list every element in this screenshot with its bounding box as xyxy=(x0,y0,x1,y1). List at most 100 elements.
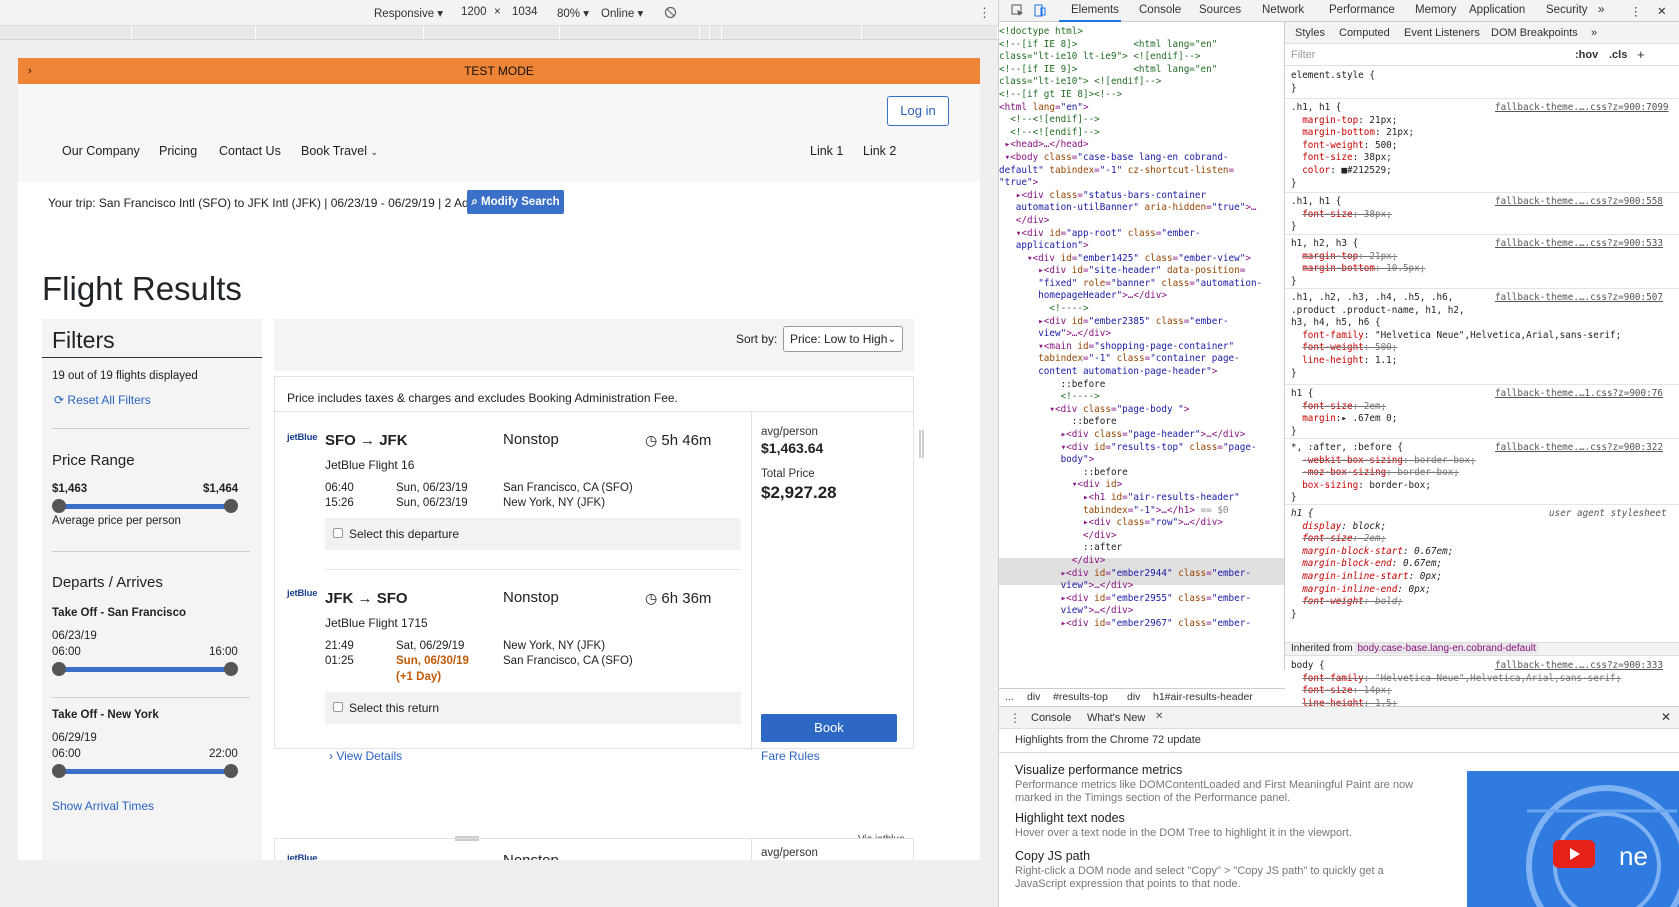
styles-filter-bar: Filter :hov .cls + xyxy=(1285,44,1679,66)
slider-handle-min[interactable] xyxy=(52,764,66,778)
zoom-select[interactable]: 80% ▾ xyxy=(557,6,589,20)
total-price: $2,927.28 xyxy=(761,483,837,502)
tab-event-listeners[interactable]: Event Listeners xyxy=(1404,27,1480,39)
outbound-duration: ◷ 5h 46m xyxy=(645,432,712,449)
whats-new-title[interactable]: Highlight text nodes xyxy=(1015,811,1125,825)
modify-search-button[interactable]: ⌕ Modify Search xyxy=(467,190,564,214)
rotate-icon[interactable] xyxy=(664,6,677,19)
play-icon[interactable] xyxy=(1553,840,1595,868)
elements-tree[interactable]: <!doctype html> <!--[if IE 8]> <html lan… xyxy=(999,22,1285,670)
whats-new-title[interactable]: Visualize performance metrics xyxy=(1015,763,1182,777)
slider-handle-max[interactable] xyxy=(224,499,238,513)
class-toggle[interactable]: .cls xyxy=(1609,49,1627,61)
breadcrumb: ... div #results-top div h1#air-results-… xyxy=(999,688,1285,704)
tab-performance[interactable]: Performance xyxy=(1329,4,1395,16)
airline-logo: jetBlue xyxy=(287,853,318,860)
tab-memory[interactable]: Memory xyxy=(1415,4,1457,16)
styles-filter-input[interactable]: Filter xyxy=(1291,49,1315,61)
tab-sources[interactable]: Sources xyxy=(1199,4,1241,16)
tab-computed[interactable]: Computed xyxy=(1339,27,1390,39)
fare-rules-link[interactable]: Fare Rules xyxy=(761,749,820,763)
book-button[interactable]: Book xyxy=(761,714,897,742)
tab-dom-breakpoints[interactable]: DOM Breakpoints xyxy=(1491,27,1578,39)
whats-new-title[interactable]: Copy JS path xyxy=(1015,849,1090,863)
takeoff-ny-slider[interactable] xyxy=(52,764,238,778)
reset-filters-link[interactable]: ⟳ Reset All Filters xyxy=(54,393,151,407)
resize-handle-vertical[interactable] xyxy=(918,430,926,458)
drawer-tab-console[interactable]: Console xyxy=(1031,712,1071,724)
stylesheet-link[interactable]: fallback-theme.….css?z=900:507 xyxy=(1495,292,1663,305)
slider-handle-max[interactable] xyxy=(224,764,238,778)
takeoff-sf-slider[interactable] xyxy=(52,662,238,676)
stylesheet-link[interactable]: fallback-theme.….css?z=900:322 xyxy=(1495,442,1663,455)
takeoff-ny-to: 22:00 xyxy=(209,748,238,760)
avg-price: $1,463.64 xyxy=(761,440,824,456)
breadcrumb-item[interactable]: h1#air-results-header xyxy=(1153,691,1253,703)
add-rule-icon[interactable]: + xyxy=(1637,47,1645,62)
drawer-menu-icon[interactable]: ⋮ xyxy=(1009,711,1021,725)
select-return[interactable]: Select this return xyxy=(325,692,741,724)
style-rule: .h1, h1 { font-size: 38px;} xyxy=(1291,196,1392,233)
dom-code: <!doctype html> <!--[if IE 8]> <html lan… xyxy=(999,26,1263,629)
close-icon[interactable]: ✕ xyxy=(1657,4,1667,18)
close-drawer-icon[interactable]: ✕ xyxy=(1661,710,1671,724)
breadcrumb-item[interactable]: #results-top xyxy=(1053,691,1108,703)
media-query-ruler[interactable] xyxy=(0,26,998,40)
inspect-element-icon[interactable] xyxy=(1011,4,1024,17)
nav-our-company[interactable]: Our Company xyxy=(62,144,140,158)
tab-styles[interactable]: Styles xyxy=(1295,27,1325,39)
kebab-menu-icon[interactable]: ⋮ xyxy=(1630,4,1642,18)
device-toolbar-icon[interactable] xyxy=(1033,4,1046,17)
close-tab-icon[interactable]: ✕ xyxy=(1155,711,1163,722)
page-title: Flight Results xyxy=(42,270,242,307)
tab-network[interactable]: Network xyxy=(1262,4,1304,16)
breadcrumb-item[interactable]: div xyxy=(1027,691,1040,703)
return-dep-time: 21:49 xyxy=(325,640,354,652)
nav-contact-us[interactable]: Contact Us xyxy=(219,144,281,158)
departure-checkbox[interactable] xyxy=(333,528,343,538)
view-details-link[interactable]: › View Details xyxy=(329,749,402,763)
device-mode-select[interactable]: Responsive ▾ xyxy=(374,6,443,20)
nav-link-2[interactable]: Link 2 xyxy=(863,144,896,158)
resize-handle-bottom[interactable] xyxy=(455,836,479,842)
devtools-drawer: ⋮ Console What's New ✕ ✕ Highlights from… xyxy=(999,706,1679,907)
stylesheet-link[interactable]: fallback-theme.….css?z=900:7099 xyxy=(1495,102,1669,115)
more-options-icon[interactable]: ⋮ xyxy=(978,5,991,21)
device-height-input[interactable]: 1034 xyxy=(512,6,538,18)
stylesheet-link[interactable]: fallback-theme.….css?z=900:558 xyxy=(1495,196,1663,209)
stylesheet-link[interactable]: fallback-theme.….css?z=900:333 xyxy=(1495,660,1663,673)
outbound-flight-number: JetBlue Flight 16 xyxy=(325,458,415,472)
chevron-right-icon[interactable]: › xyxy=(28,58,32,84)
nav-book-travel[interactable]: Book Travel ⌄ xyxy=(301,144,378,158)
select-departure[interactable]: Select this departure xyxy=(325,518,741,550)
login-button[interactable]: Log in xyxy=(887,96,949,126)
slider-handle-max[interactable] xyxy=(224,662,238,676)
device-width-input[interactable]: 1200 xyxy=(461,6,487,18)
price-slider[interactable] xyxy=(52,499,238,513)
show-arrival-times-link[interactable]: Show Arrival Times xyxy=(52,799,154,813)
network-select[interactable]: Online ▾ xyxy=(601,6,643,20)
drawer-tab-whats-new[interactable]: What's New xyxy=(1087,712,1145,724)
nav-link-1[interactable]: Link 1 xyxy=(810,144,843,158)
return-route: JFK → SFO xyxy=(325,590,408,607)
slider-handle-min[interactable] xyxy=(52,662,66,676)
hover-state-toggle[interactable]: :hov xyxy=(1575,49,1598,61)
more-tabs-icon[interactable]: » xyxy=(1591,27,1597,39)
sort-select[interactable]: Price: Low to High ⌄ xyxy=(783,326,903,352)
tab-console[interactable]: Console xyxy=(1139,4,1181,16)
breadcrumb-item[interactable]: div xyxy=(1127,691,1140,703)
slider-handle-min[interactable] xyxy=(52,499,66,513)
tab-security[interactable]: Security xyxy=(1546,4,1588,16)
nav-pricing[interactable]: Pricing xyxy=(159,144,197,158)
return-checkbox[interactable] xyxy=(333,702,343,712)
style-rule: .h1, h1 { margin-top: 21px; margin-botto… xyxy=(1291,102,1415,189)
stylesheet-link[interactable]: fallback-theme.….css?z=900:533 xyxy=(1495,238,1663,251)
tab-application[interactable]: Application xyxy=(1469,4,1525,16)
whats-new-video-thumbnail[interactable]: ne xyxy=(1467,771,1679,907)
arrow-right-icon: → xyxy=(357,590,373,607)
breadcrumb-item[interactable]: ... xyxy=(1005,691,1014,703)
stylesheet-link[interactable]: fallback-theme.…1.css?z=900:76 xyxy=(1495,388,1663,401)
tab-elements[interactable]: Elements xyxy=(1071,4,1119,16)
more-tabs-icon[interactable]: » xyxy=(1598,4,1604,16)
outbound-arr-time: 15:26 xyxy=(325,497,354,509)
